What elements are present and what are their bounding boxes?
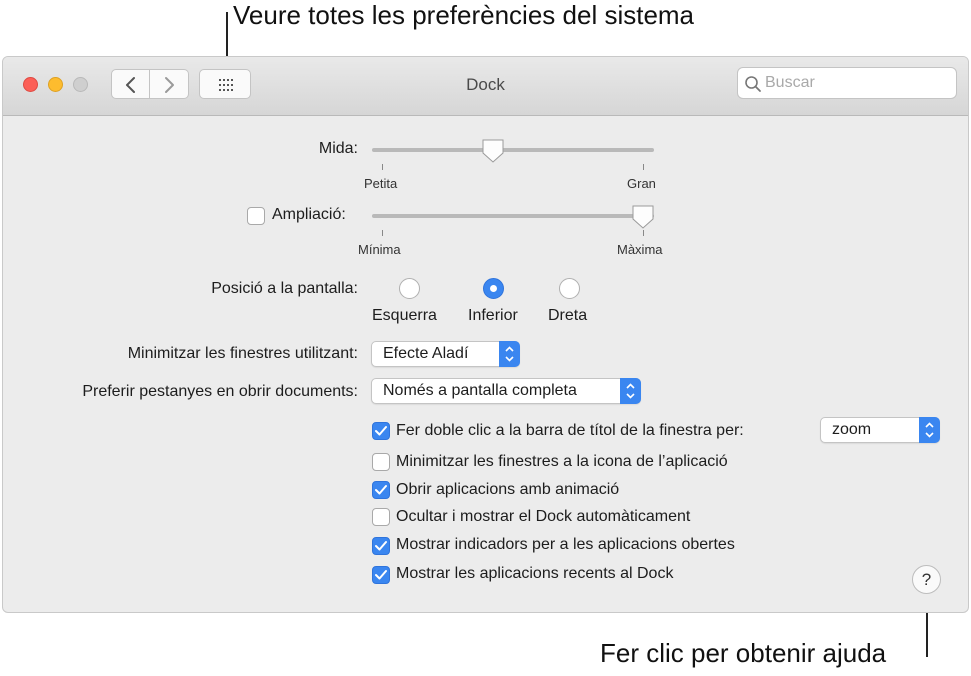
size-label: Mida: bbox=[318, 140, 358, 157]
double-click-checkbox[interactable] bbox=[372, 422, 390, 440]
position-label: Posició a la pantalla: bbox=[211, 280, 358, 297]
show-indicators-label: Mostrar indicadors per a les aplicacions… bbox=[396, 536, 735, 553]
search-input[interactable] bbox=[765, 72, 950, 94]
show-recent-apps-checkbox[interactable] bbox=[372, 566, 390, 584]
magnification-slider-track bbox=[372, 214, 654, 218]
title-bar: Dock bbox=[3, 57, 968, 116]
updown-arrows-icon bbox=[919, 417, 940, 443]
size-tick-min bbox=[382, 164, 383, 170]
size-min-label: Petita bbox=[364, 176, 398, 191]
callout-help: Fer clic per obtenir ajuda bbox=[600, 638, 887, 668]
size-tick-max bbox=[643, 164, 644, 170]
position-left-label: Esquerra bbox=[372, 307, 437, 324]
magnification-max-label: Màxima bbox=[617, 242, 663, 257]
prefer-tabs-popup[interactable]: Només a pantalla completa bbox=[371, 378, 641, 404]
magnification-tick-max bbox=[643, 230, 644, 236]
animate-opening-checkbox[interactable] bbox=[372, 481, 390, 499]
minimize-to-app-icon-label: Minimitzar les finestres a la icona de l… bbox=[396, 453, 728, 470]
minimize-effect-value: Efecte Aladí bbox=[383, 345, 469, 362]
prefer-tabs-value: Només a pantalla completa bbox=[383, 382, 577, 399]
size-slider-thumb[interactable] bbox=[481, 138, 505, 164]
double-click-label: Fer doble clic a la barra de títol de la… bbox=[396, 422, 744, 439]
animate-opening-label: Obrir aplicacions amb animació bbox=[396, 481, 620, 498]
autohide-dock-checkbox[interactable] bbox=[372, 508, 390, 526]
size-max-label: Gran bbox=[627, 176, 656, 191]
updown-arrows-icon bbox=[499, 341, 520, 367]
help-button[interactable]: ? bbox=[912, 565, 941, 594]
show-recent-apps-label: Mostrar les aplicacions recents al Dock bbox=[396, 565, 674, 582]
position-bottom-radio[interactable] bbox=[483, 278, 504, 299]
prefer-tabs-label: Preferir pestanyes en obrir documents: bbox=[82, 383, 358, 400]
size-slider-track bbox=[372, 148, 654, 152]
magnification-checkbox[interactable] bbox=[247, 207, 265, 225]
autohide-dock-label: Ocultar i mostrar el Dock automàticament bbox=[396, 508, 691, 525]
magnification-slider-thumb[interactable] bbox=[631, 204, 655, 230]
updown-arrows-icon bbox=[620, 378, 641, 404]
search-field[interactable] bbox=[737, 67, 957, 99]
minimize-to-app-icon-checkbox[interactable] bbox=[372, 453, 390, 471]
checkmark-icon bbox=[375, 541, 387, 551]
position-bottom-label: Inferior bbox=[468, 307, 518, 324]
magnification-label: Ampliació: bbox=[272, 206, 346, 223]
magnification-tick-min bbox=[382, 230, 383, 236]
position-right-radio[interactable] bbox=[559, 278, 580, 299]
checkmark-icon bbox=[375, 570, 387, 580]
callout-show-all-preferences: Veure totes les preferències del sistema bbox=[233, 0, 695, 30]
minimize-effect-popup[interactable]: Efecte Aladí bbox=[371, 341, 520, 367]
double-click-value: zoom bbox=[832, 421, 872, 438]
position-left-radio[interactable] bbox=[399, 278, 420, 299]
search-icon bbox=[745, 76, 761, 92]
magnification-min-label: Mínima bbox=[358, 242, 401, 257]
checkmark-icon bbox=[375, 485, 387, 495]
minimize-effect-label: Minimitzar les finestres utilitzant: bbox=[127, 345, 358, 362]
checkmark-icon bbox=[375, 426, 387, 436]
position-right-label: Dreta bbox=[548, 307, 588, 324]
double-click-popup[interactable]: zoom bbox=[820, 417, 940, 443]
show-indicators-checkbox[interactable] bbox=[372, 537, 390, 555]
